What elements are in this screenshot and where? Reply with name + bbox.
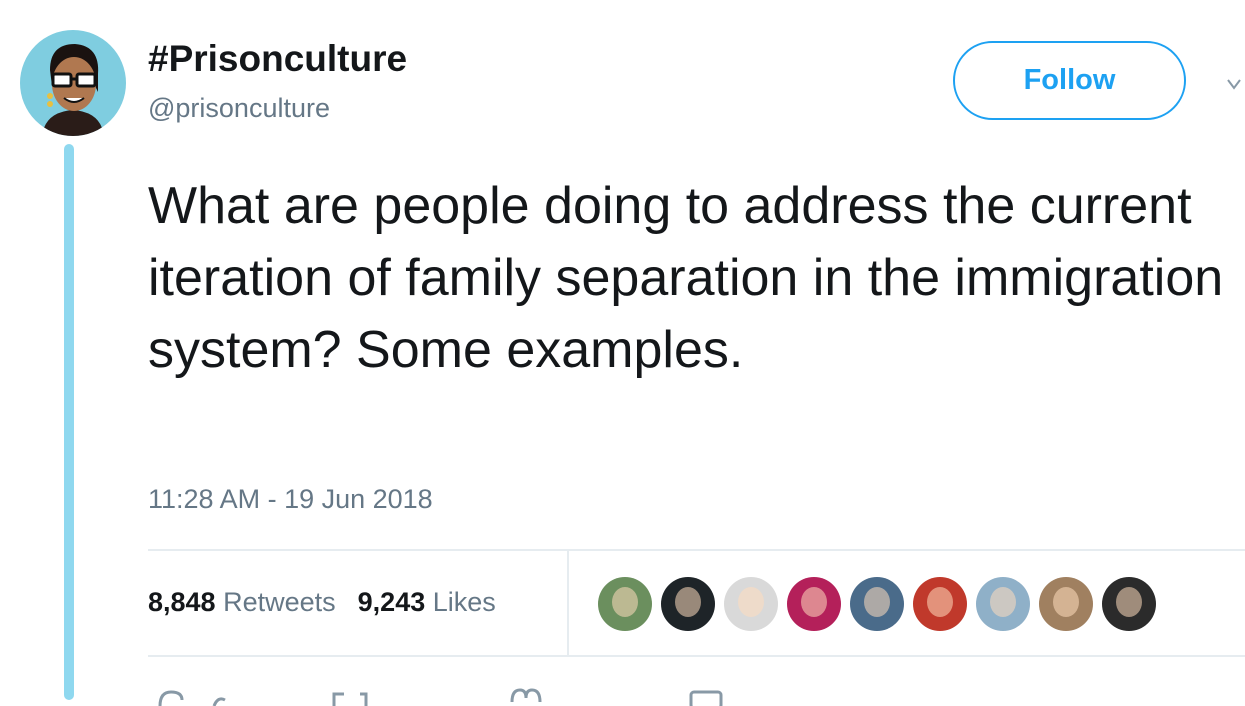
- liker-face-shape: [738, 587, 764, 617]
- reply-icon[interactable]: [156, 686, 186, 706]
- profile-avatar[interactable]: [20, 30, 126, 136]
- like-icon[interactable]: [508, 686, 544, 706]
- liker-face-shape: [1053, 587, 1079, 617]
- avatar-illustration: [42, 44, 104, 136]
- follow-button[interactable]: Follow: [953, 41, 1186, 120]
- tweet-timestamp[interactable]: 11:28 AM - 19 Jun 2018: [148, 484, 433, 515]
- likes-count: 9,243: [357, 587, 426, 617]
- liker-avatar-2[interactable]: [661, 577, 715, 631]
- likes-stat[interactable]: 9,243 Likes: [358, 587, 496, 617]
- message-icon[interactable]: [688, 686, 724, 706]
- liker-face-shape: [801, 587, 827, 617]
- divider-bottom: [148, 655, 1245, 657]
- liker-face-shape: [990, 587, 1016, 617]
- chevron-down-icon[interactable]: [1226, 76, 1242, 92]
- thread-line: [64, 144, 74, 700]
- retweets-label: Retweets: [223, 587, 336, 617]
- engagement-stats: 8,848 Retweets 9,243 Likes: [148, 587, 496, 618]
- likes-label: Likes: [432, 587, 496, 617]
- liker-avatar-3[interactable]: [724, 577, 778, 631]
- liker-face-shape: [864, 587, 890, 617]
- liker-face-shape: [612, 587, 638, 617]
- liker-avatar-5[interactable]: [850, 577, 904, 631]
- liker-avatar-1[interactable]: [598, 577, 652, 631]
- liker-avatar-7[interactable]: [976, 577, 1030, 631]
- liker-face-shape: [1116, 587, 1142, 617]
- liker-avatar-8[interactable]: [1039, 577, 1093, 631]
- tweet-text: What are people doing to address the cur…: [148, 177, 1224, 379]
- retweet-icon[interactable]: [330, 686, 370, 706]
- retweets-stat[interactable]: 8,848 Retweets: [148, 587, 336, 617]
- stats-divider: [567, 551, 569, 655]
- liker-avatars: [598, 577, 1165, 633]
- display-name[interactable]: #Prisonculture: [148, 38, 407, 80]
- retweets-count: 8,848: [148, 587, 216, 617]
- user-handle[interactable]: @prisonculture: [148, 93, 330, 124]
- liker-avatar-4[interactable]: [787, 577, 841, 631]
- liker-face-shape: [927, 587, 953, 617]
- liker-avatar-9[interactable]: [1102, 577, 1156, 631]
- reply-count-icon: [212, 697, 226, 706]
- tweet-actions: [148, 686, 748, 706]
- liker-avatar-6[interactable]: [913, 577, 967, 631]
- divider-top: [148, 549, 1245, 551]
- liker-face-shape: [675, 587, 701, 617]
